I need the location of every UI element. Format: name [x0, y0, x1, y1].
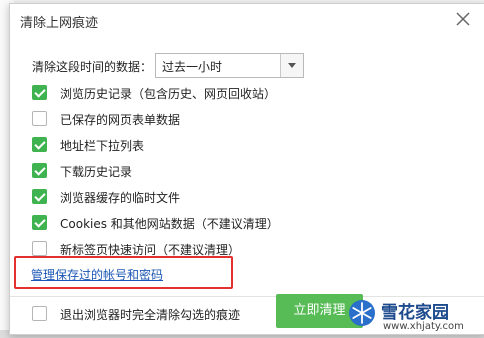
manage-passwords-link[interactable]: 管理保存过的帐号和密码: [31, 266, 163, 283]
time-range-select[interactable]: 过去一小时: [155, 53, 304, 78]
option-label: 下载历史记录: [60, 165, 133, 179]
time-range-value: 过去一小时: [162, 60, 223, 74]
checkbox-unchecked[interactable]: [32, 306, 47, 321]
exit-clear-label: 退出浏览器时完全清除勾选的痕迹: [60, 308, 241, 322]
option-label: 浏览历史记录（包含历史、网页回收站）: [60, 87, 277, 101]
checkbox-checked[interactable]: [32, 189, 47, 204]
chevron-down-icon[interactable]: [280, 54, 303, 77]
option-label: Cookies 和其他网站数据（不建议清理）: [60, 217, 279, 231]
option-label: 已保存的网页表单数据: [60, 113, 181, 127]
watermark-name: 雪花家园: [381, 303, 449, 323]
checkbox-checked[interactable]: [32, 85, 47, 100]
watermark-url: www.xhjaty.com: [383, 321, 464, 332]
time-range-label: 清除这段时间的数据：: [32, 60, 153, 74]
option-label: 浏览器缓存的临时文件: [60, 191, 181, 205]
checkbox-unchecked[interactable]: [32, 241, 47, 256]
clear-traces-dialog: 清除上网痕迹 清除这段时间的数据： 过去一小时 浏览历史记录（包含历史、网页回收…: [9, 3, 484, 335]
checkbox-unchecked[interactable]: [32, 111, 47, 126]
checkbox-checked[interactable]: [32, 215, 47, 230]
snowflake-logo-icon: [349, 300, 375, 326]
close-icon[interactable]: [454, 10, 472, 28]
checkbox-checked[interactable]: [32, 163, 47, 178]
dialog-title: 清除上网痕迹: [20, 16, 99, 31]
checkbox-checked[interactable]: [32, 137, 47, 152]
watermark: 雪花家园 www.xhjaty.com: [347, 296, 484, 336]
option-label: 地址栏下拉列表: [60, 139, 145, 153]
